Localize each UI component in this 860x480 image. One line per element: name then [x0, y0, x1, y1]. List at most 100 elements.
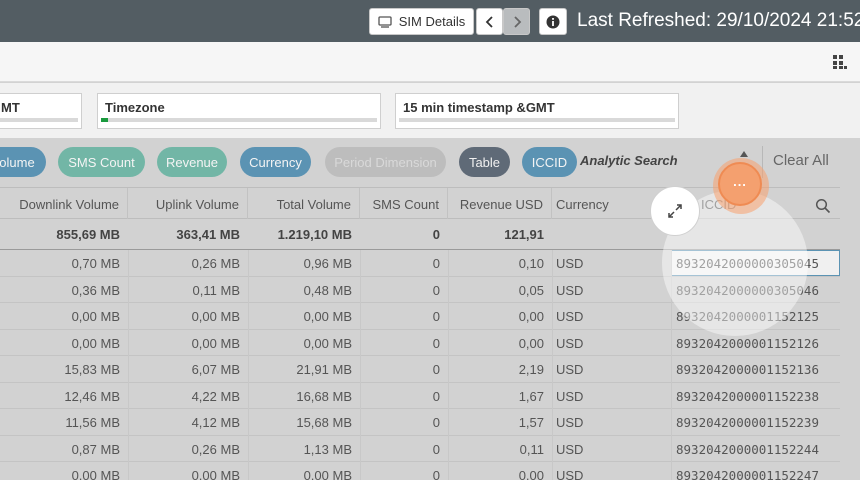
cell-revenue: 0,00 — [518, 335, 544, 351]
info-icon — [546, 15, 560, 28]
sim-details-label: SIM Details — [398, 14, 466, 29]
cell-uplink: 4,12 MB — [191, 415, 240, 430]
cell-iccid: 8932042000001152247 — [676, 468, 819, 480]
cell-revenue: 0,00 — [518, 468, 544, 480]
filter-bar — [0, 118, 78, 122]
cell-downlink: 11,56 MB — [65, 415, 120, 430]
pill-iccid[interactable]: ICCID — [522, 147, 577, 177]
cell-currency: USD — [556, 415, 584, 430]
cell-iccid: 8932042000001152239 — [676, 415, 819, 430]
sim-card-icon — [378, 15, 392, 28]
cell-revenue: 0,11 — [519, 441, 544, 457]
toolbar — [0, 42, 860, 82]
chevron-left-icon — [485, 15, 493, 28]
sim-details-button[interactable]: SIM Details — [369, 8, 474, 35]
total-sms: 0 — [432, 227, 440, 242]
pill-revenue[interactable]: Revenue — [157, 147, 227, 177]
column-separator — [360, 250, 361, 480]
table-row[interactable]: 0,00 MB 0,00 MB 0,00 MB 0 0,00 USD 89320420000… — [0, 462, 840, 480]
column-separator — [448, 250, 449, 480]
total-revenue: 121,91 — [504, 227, 544, 242]
cell-iccid: 8932042000001152136 — [676, 362, 819, 377]
cell-revenue: 1,57 — [518, 415, 544, 430]
cell-sms: 0 — [432, 468, 440, 480]
cell-currency: USD — [556, 282, 584, 298]
cell-total: 0,00 MB — [303, 309, 352, 324]
search-icon[interactable] — [815, 198, 831, 214]
more-options-label: ... — [733, 173, 747, 189]
clear-all-button[interactable]: Clear All — [762, 146, 842, 178]
table-row[interactable]: 0,87 MB 0,26 MB 1,13 MB 0 0,11 USD 89320420000… — [0, 436, 840, 462]
cell-total: 1,13 MB — [303, 441, 352, 457]
cell-downlink: 0,70 MB — [71, 256, 120, 271]
header-total-volume[interactable]: Total Volume — [248, 188, 360, 219]
filter-gmt[interactable]: MT — [0, 93, 82, 129]
table-row[interactable]: 15,83 MB 6,07 MB 21,91 MB 0 2,19 USD 893204200… — [0, 356, 840, 383]
grid-menu-icon[interactable] — [832, 54, 848, 70]
total-uplink: 363,41 MB — [176, 227, 240, 242]
cell-uplink: 4,22 MB — [191, 388, 240, 404]
header-uplink-volume[interactable]: Uplink Volume — [128, 188, 248, 219]
top-bar: SIM Details Last Refreshed: 29/10/2024 2… — [0, 0, 860, 42]
pill-period-dimension[interactable]: Period Dimension — [325, 147, 446, 177]
cell-downlink: 0,87 MB — [71, 441, 120, 457]
cell-currency: USD — [556, 468, 584, 480]
cell-sms: 0 — [432, 256, 440, 271]
cell-uplink: 0,26 MB — [191, 441, 240, 457]
info-button[interactable] — [539, 8, 567, 35]
cell-revenue: 0,05 — [518, 282, 544, 298]
cell-iccid: 8932042000001152238 — [676, 388, 819, 404]
pill-currency[interactable]: Currency — [240, 147, 311, 177]
more-options-button[interactable]: ... — [718, 162, 762, 206]
expand-button[interactable] — [650, 186, 700, 236]
pill-volume[interactable]: Volume — [0, 147, 46, 177]
cell-downlink: 0,00 MB — [71, 468, 120, 480]
cell-sms: 0 — [432, 309, 440, 324]
pill-sms-count[interactable]: SMS Count — [58, 147, 145, 177]
column-separator — [552, 250, 553, 480]
cell-downlink: 12,46 MB — [64, 388, 120, 404]
filter-bar — [101, 118, 377, 122]
cell-uplink: 0,11 MB — [192, 282, 240, 298]
cell-total: 0,48 MB — [303, 282, 352, 298]
column-separator — [128, 250, 129, 480]
column-separator — [248, 250, 249, 480]
cell-sms: 0 — [432, 335, 440, 351]
previous-sheet-button[interactable] — [476, 8, 503, 35]
cell-total: 0,96 MB — [303, 256, 352, 271]
last-refreshed-text: Last Refreshed: 29/10/2024 21:52 — [577, 10, 860, 31]
expand-icon — [668, 204, 682, 218]
table-row[interactable]: 12,46 MB 4,22 MB 16,68 MB 0 1,67 USD 893204200… — [0, 383, 840, 409]
cell-sms: 0 — [432, 362, 440, 377]
header-sms-count[interactable]: SMS Count — [360, 188, 448, 219]
analytic-search-label[interactable]: Analytic Search — [580, 153, 678, 168]
cell-uplink: 0,00 MB — [191, 309, 240, 324]
cell-total: 0,00 MB — [303, 468, 352, 480]
cell-uplink: 6,07 MB — [191, 362, 240, 377]
filter-timestamp[interactable]: 15 min timestamp &GMT — [395, 93, 679, 129]
cell-downlink: 15,83 MB — [64, 362, 120, 377]
caret-up-icon — [740, 151, 748, 157]
cell-sms: 0 — [432, 282, 440, 298]
cell-total: 21,91 MB — [296, 362, 352, 377]
cell-total: 16,68 MB — [296, 388, 352, 404]
cell-revenue: 0,00 — [518, 309, 544, 324]
cell-sms: 0 — [432, 388, 440, 404]
table-row[interactable]: 0,00 MB 0,00 MB 0,00 MB 0 0,00 USD 89320420000… — [0, 330, 840, 356]
cell-sms: 0 — [432, 441, 440, 457]
total-volume: 1.219,10 MB — [277, 227, 352, 242]
header-downlink-volume[interactable]: Downlink Volume — [0, 188, 128, 219]
cell-uplink: 0,00 MB — [191, 335, 240, 351]
filter-timezone[interactable]: Timezone — [97, 93, 381, 129]
cell-total: 15,68 MB — [296, 415, 352, 430]
cell-currency: USD — [556, 362, 584, 377]
next-sheet-button[interactable] — [503, 8, 530, 35]
total-downlink: 855,69 MB — [56, 227, 120, 242]
filter-label: Timezone — [105, 100, 165, 115]
cell-revenue: 2,19 — [518, 362, 544, 377]
header-revenue-usd[interactable]: Revenue USD — [448, 188, 552, 219]
pill-table[interactable]: Table — [459, 147, 510, 177]
table-row[interactable]: 11,56 MB 4,12 MB 15,68 MB 0 1,57 USD 893204200… — [0, 409, 840, 436]
cell-sms: 0 — [432, 415, 440, 430]
cell-currency: USD — [556, 441, 584, 457]
